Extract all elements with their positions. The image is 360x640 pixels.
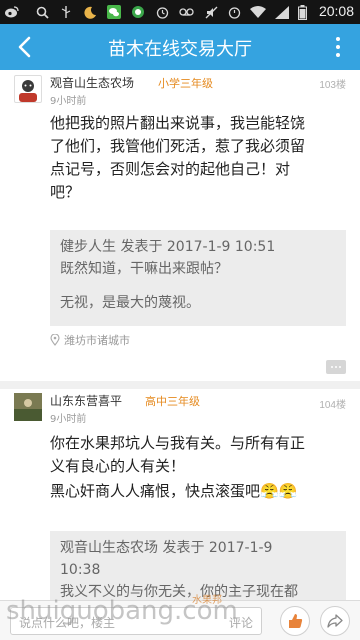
- bottom-bar: 说点什么吧，楼主 评论: [0, 600, 360, 640]
- quote-block: 观音山生态农场 发表于 2017-1-9 10:38 我义不义的与你无关，你的主…: [50, 531, 346, 600]
- thumbs-up-icon: [289, 614, 303, 628]
- share-button[interactable]: [320, 606, 350, 636]
- post-body: 你在水果邦坑人与我有关。与所有有正 义有良心的人有关！ 黑心奸商人人痛恨，快点滚…: [50, 432, 346, 503]
- reply-button[interactable]: [326, 360, 346, 374]
- floor-number: 103楼: [319, 80, 346, 91]
- chat-bubble-icon: [130, 4, 146, 20]
- search-icon: [34, 4, 50, 20]
- post-body-line: 义有良心的人有关！: [50, 457, 186, 475]
- watermark-cn: 水果邦: [192, 595, 222, 606]
- post-body-line: 了他们，我管他们死活，惹了我必须留: [50, 137, 306, 155]
- share-icon: [327, 614, 343, 628]
- voicemail-icon: [178, 4, 194, 20]
- post-divider: [0, 381, 360, 389]
- avatar[interactable]: [14, 393, 42, 421]
- page-title: 苗木在线交易大厅: [108, 39, 252, 60]
- thread-content[interactable]: 观音山生态农场 小学三年级 9小时前 103楼 他把我的照片翻出来说事，我岂能轻…: [0, 70, 360, 600]
- comment-suffix: 评论: [228, 616, 253, 630]
- post-time: 9小时前: [50, 96, 87, 107]
- title-bar: 苗木在线交易大厅: [0, 24, 360, 70]
- mute-icon: [203, 4, 219, 20]
- floor-number: 104楼: [319, 400, 346, 411]
- comment-input[interactable]: 说点什么吧，楼主 评论: [10, 607, 262, 635]
- location-text: 潍坊市诸城市: [64, 334, 130, 347]
- post-body-line: 他把我的照片翻出来说事，我岂能轻饶: [50, 114, 306, 132]
- wifi-icon: [250, 4, 266, 20]
- alarm-clock-icon: [226, 4, 242, 20]
- more-button[interactable]: [326, 31, 350, 63]
- location: 潍坊市诸城市: [50, 332, 130, 348]
- weibo-icon: [4, 4, 20, 20]
- quote-line: 既然知道，干嘛出来跟帖？: [60, 261, 228, 277]
- back-arrow-icon: [18, 36, 31, 58]
- quote-header: 健步人生 发表于 2017-1-9 10:51: [60, 239, 276, 255]
- post-body-line: 你在水果邦坑人与我有关。与所有有正: [50, 434, 306, 452]
- signal-icon: [274, 4, 290, 20]
- clock-time: 20:08: [318, 3, 354, 19]
- moon-icon: [82, 4, 98, 20]
- quote-header: 10:38: [60, 562, 101, 578]
- usb-icon: [58, 4, 74, 20]
- battery-icon: [294, 4, 310, 20]
- quote-line: 无视，是最大的蔑视。: [60, 295, 200, 311]
- post-body-line: 黑心奸商人人痛恨，快点滚蛋吧😤😤: [50, 482, 298, 500]
- alarm-icon: [154, 4, 170, 20]
- username[interactable]: 观音山生态农场: [50, 74, 134, 91]
- quote-header: 观音山生态农场 发表于 2017-1-9: [60, 540, 273, 556]
- location-pin-icon: [50, 334, 60, 346]
- quote-block: 健步人生 发表于 2017-1-9 10:51 既然知道，干嘛出来跟帖？ 无视，…: [50, 230, 346, 326]
- more-vertical-icon: [336, 37, 340, 41]
- like-button[interactable]: [280, 606, 310, 636]
- username[interactable]: 山东东营喜平: [50, 392, 122, 409]
- status-bar: 20:08: [0, 0, 360, 24]
- comment-placeholder: 说点什么吧，楼主: [19, 616, 116, 630]
- post-time: 9小时前: [50, 414, 87, 425]
- back-button[interactable]: [8, 31, 40, 63]
- wechat-icon: [106, 4, 122, 20]
- post-body-line: 点记号，否则怎会对的起他自己！对: [50, 160, 291, 178]
- post-body-line: 吧？: [50, 183, 81, 201]
- avatar[interactable]: [14, 75, 42, 103]
- user-rank: 小学三年级: [158, 77, 213, 90]
- user-rank: 高中三年级: [145, 395, 200, 408]
- post-body: 他把我的照片翻出来说事，我岂能轻饶 了他们，我管他们死活，惹了我必须留 点记号，…: [50, 112, 346, 204]
